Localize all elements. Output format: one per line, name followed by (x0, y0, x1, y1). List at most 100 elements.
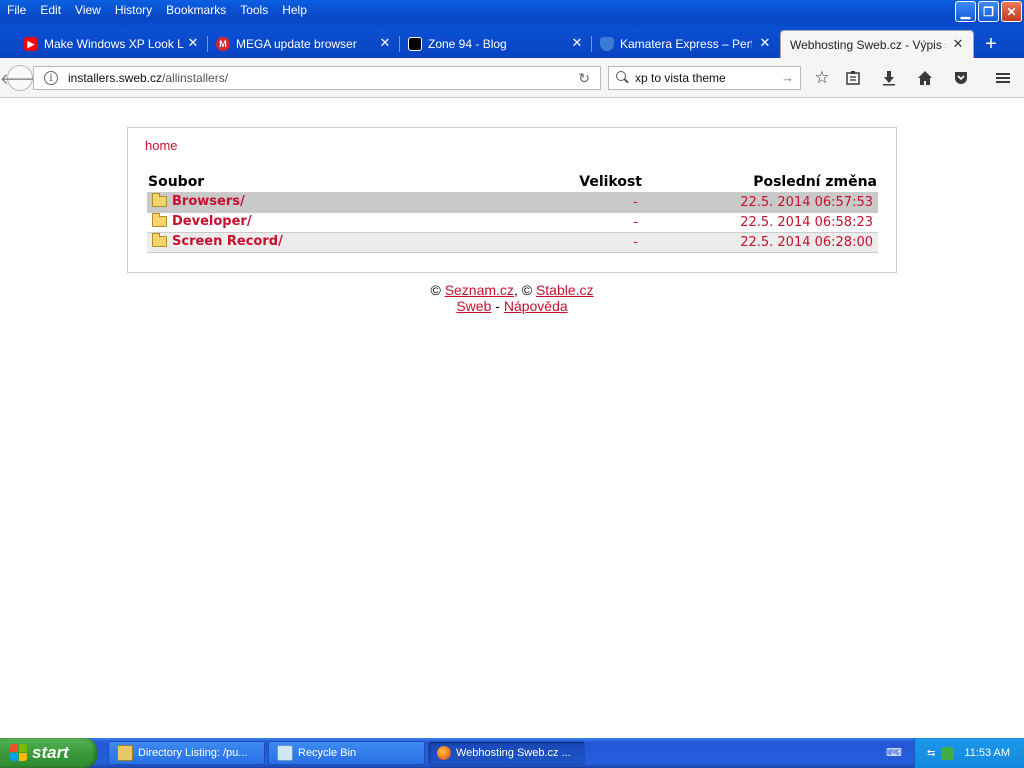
folder-icon (152, 233, 167, 247)
column-header-name[interactable]: Soubor (147, 172, 513, 193)
name-cell: Browsers/ (147, 192, 513, 213)
close-tab-icon[interactable]: ✕ (951, 37, 965, 51)
kamatera-icon (600, 37, 614, 51)
taskbar: start Directory Listing: /pu... Recycle … (0, 738, 1024, 768)
keyboard-language-icon[interactable]: ⌨ (886, 746, 902, 759)
taskbar-item-recycle-bin[interactable]: Recycle Bin (268, 741, 425, 765)
menu-bookmarks[interactable]: Bookmarks (159, 0, 233, 22)
taskbar-item-directory-listing[interactable]: Directory Listing: /pu... (108, 741, 265, 765)
tab-title: Webhosting Sweb.cz - Výpis s... (790, 37, 946, 52)
url-path: /allinstallers/ (162, 71, 229, 85)
tab-kamatera[interactable]: Kamatera Express – Perf... ✕ (594, 30, 780, 58)
tab-title: MEGA update browser (236, 37, 357, 51)
copyright-symbol: © (521, 282, 533, 298)
home-link[interactable]: home (145, 138, 178, 153)
plus-icon: + (985, 33, 997, 55)
close-window-button[interactable]: ✕ (1001, 1, 1022, 22)
mega-icon: M (216, 37, 230, 51)
close-tab-icon[interactable]: ✕ (378, 36, 392, 50)
bookmark-star-icon[interactable]: ☆ (811, 68, 833, 88)
directory-table: Soubor Velikost Poslední změna Browsers/… (147, 172, 878, 253)
clock[interactable]: 11:53 AM (964, 747, 1010, 759)
taskbar-item-label: Recycle Bin (298, 747, 357, 759)
menu-bar: File Edit View History Bookmarks Tools H… (0, 0, 314, 22)
stable-link[interactable]: Stable.cz (536, 282, 594, 298)
folder-link-browsers[interactable]: Browsers/ (152, 193, 245, 209)
folder-name: Screen Record/ (172, 234, 283, 249)
hamburger-menu-icon[interactable] (992, 68, 1014, 88)
windows-logo-icon (10, 744, 28, 762)
window-controls: ▁ ❐ ✕ (955, 1, 1022, 22)
close-tab-icon[interactable]: ✕ (570, 36, 584, 50)
menu-help[interactable]: Help (275, 0, 314, 22)
column-header-modified[interactable]: Poslední změna (643, 172, 878, 193)
menu-edit[interactable]: Edit (33, 0, 68, 22)
taskbar-item-firefox[interactable]: Webhosting Sweb.cz ... (428, 741, 585, 765)
page-content: home Soubor Velikost Poslední změna Brow… (0, 98, 1024, 738)
recycle-bin-icon (277, 745, 293, 761)
reload-icon[interactable]: ↻ (578, 70, 590, 87)
modified-cell: 22.5. 2014 06:57:53 (643, 192, 878, 213)
pocket-icon[interactable] (950, 68, 972, 88)
youtube-icon: ▶ (24, 37, 38, 51)
footer-separator: - (495, 298, 500, 314)
seznam-link[interactable]: Seznam.cz (445, 282, 514, 298)
folder-link-developer[interactable]: Developer/ (152, 213, 252, 229)
system-tray: ⇆ 11:53 AM (914, 738, 1024, 768)
firefox-icon (437, 746, 451, 760)
tab-youtube[interactable]: ▶ Make Windows XP Look Li... ✕ (18, 30, 208, 58)
folder-name: Developer/ (172, 214, 252, 229)
column-header-size[interactable]: Velikost (513, 172, 643, 193)
restore-button[interactable]: ❐ (978, 1, 999, 22)
start-button[interactable]: start (0, 738, 97, 768)
minimize-button[interactable]: ▁ (955, 1, 976, 22)
help-link[interactable]: Nápověda (504, 298, 568, 314)
menu-file[interactable]: File (0, 0, 33, 22)
close-icon: ✕ (1006, 4, 1017, 19)
window-titlebar: File Edit View History Bookmarks Tools H… (0, 0, 1024, 30)
folder-link-screen-record[interactable]: Screen Record/ (152, 233, 283, 249)
restore-icon: ❐ (983, 4, 994, 19)
minimize-icon: ▁ (960, 4, 971, 19)
modified-cell: 22.5. 2014 06:58:23 (643, 212, 878, 233)
site-info-icon[interactable]: i (44, 71, 58, 85)
table-row: Screen Record/ - 22.5. 2014 06:28:00 (147, 232, 878, 253)
new-tab-button[interactable]: + (980, 34, 1002, 54)
sweb-link[interactable]: Sweb (456, 298, 491, 314)
search-go-arrow-icon[interactable]: → (781, 70, 794, 85)
navigation-toolbar: 🡐 i installers.sweb.cz/allinstallers/ ↻ … (0, 58, 1024, 98)
size-cell: - (513, 192, 643, 213)
table-row: Developer/ - 22.5. 2014 06:58:23 (147, 212, 878, 233)
taskbar-item-label: Webhosting Sweb.cz ... (456, 747, 571, 759)
start-label: start (32, 743, 69, 762)
table-row: Browsers/ - 22.5. 2014 06:57:53 (147, 192, 878, 213)
url-text[interactable]: installers.sweb.cz/allinstallers/ (68, 71, 228, 85)
security-shield-icon[interactable] (941, 746, 955, 760)
url-host: installers.sweb.cz (68, 71, 163, 85)
close-tab-icon[interactable]: ✕ (186, 36, 200, 50)
download-icon[interactable] (878, 68, 900, 88)
folder-icon (152, 213, 167, 227)
url-bar[interactable]: i installers.sweb.cz/allinstallers/ ↻ (33, 66, 601, 90)
tab-zone94[interactable]: Zone 94 - Blog ✕ (402, 30, 592, 58)
search-bar[interactable]: xp to vista theme → (608, 66, 801, 90)
close-tab-icon[interactable]: ✕ (758, 36, 772, 50)
home-icon[interactable] (914, 68, 936, 88)
tab-sweb-active[interactable]: Webhosting Sweb.cz - Výpis s... ✕ (780, 30, 974, 58)
explorer-folder-icon (117, 745, 133, 761)
menu-view[interactable]: View (68, 0, 108, 22)
table-header-row: Soubor Velikost Poslední změna (147, 172, 878, 193)
tab-title: Kamatera Express – Perf... (620, 37, 752, 51)
name-cell: Screen Record/ (147, 232, 513, 253)
page-footer: © Seznam.cz, © Stable.cz Sweb - Nápověda (0, 282, 1024, 314)
back-button[interactable]: 🡐 (0, 65, 40, 91)
menu-tools[interactable]: Tools (233, 0, 275, 22)
network-icon[interactable]: ⇆ (927, 748, 935, 759)
menu-history[interactable]: History (108, 0, 159, 22)
copyright-symbol: © (430, 282, 441, 298)
reading-list-icon[interactable] (842, 68, 864, 88)
zone94-icon (408, 37, 422, 51)
tab-mega[interactable]: M MEGA update browser ✕ (210, 30, 400, 58)
footer-line-copyright: © Seznam.cz, © Stable.cz (430, 282, 594, 298)
search-input[interactable]: xp to vista theme (635, 71, 726, 85)
